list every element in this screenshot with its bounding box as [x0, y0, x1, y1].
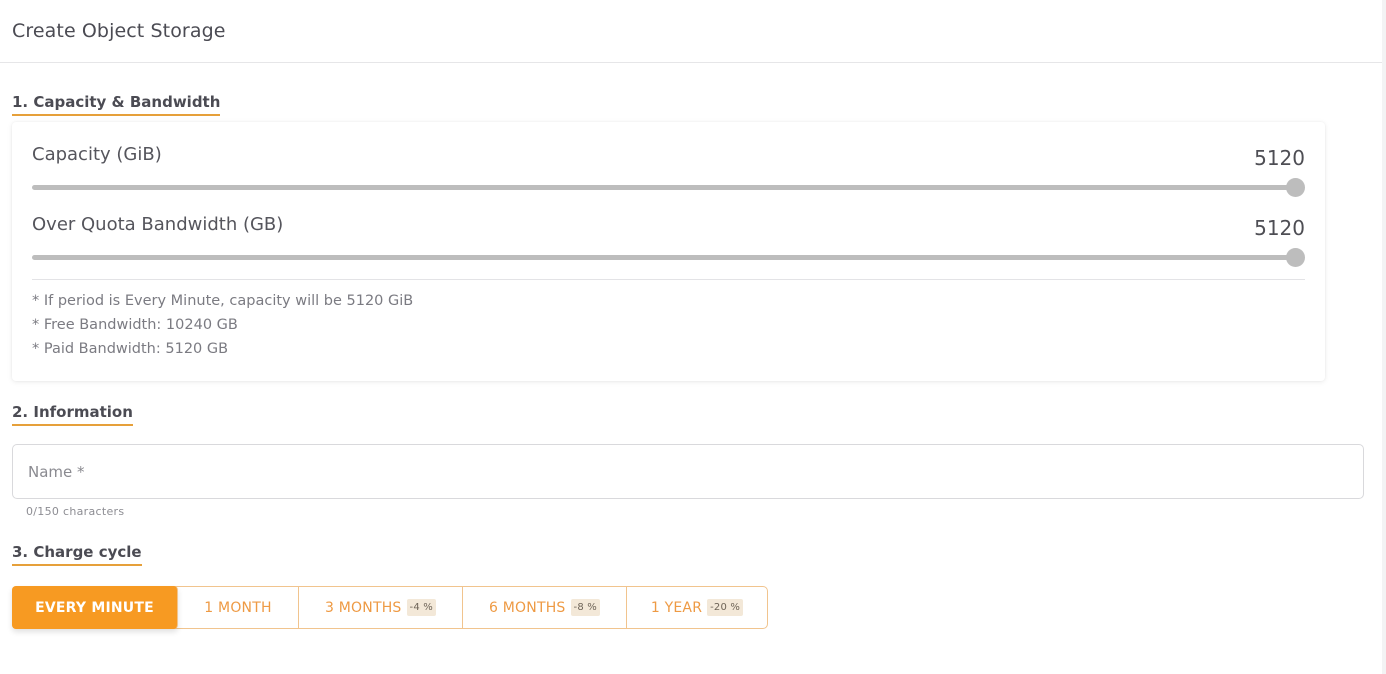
cycle-1-month-button[interactable]: 1 MONTH: [178, 587, 299, 628]
capacity-slider-track[interactable]: [32, 185, 1295, 190]
capacity-notes: * If period is Every Minute, capacity wi…: [32, 289, 1305, 361]
cycle-label: 3 MONTHS: [325, 599, 402, 616]
section-title-capacity: 1. Capacity & Bandwidth: [12, 93, 221, 116]
bandwidth-slider-thumb[interactable]: [1286, 248, 1305, 267]
charge-cycle-toggle-group: EVERY MINUTE 1 MONTH 3 MONTHS -4 % 6 MON…: [12, 586, 768, 629]
cycle-3-months-button[interactable]: 3 MONTHS -4 %: [299, 587, 463, 628]
cycle-label: 6 MONTHS: [489, 599, 566, 616]
scrollbar-track[interactable]: [1382, 0, 1386, 674]
cycle-label: 1 YEAR: [650, 599, 703, 616]
cycle-every-minute-button[interactable]: EVERY MINUTE: [12, 586, 178, 629]
cycle-6-months-button[interactable]: 6 MONTHS -8 %: [463, 587, 627, 628]
name-input[interactable]: [26, 461, 1363, 482]
capacity-slider-row: Capacity (GiB) 5120: [32, 142, 1305, 212]
discount-badge: -20 %: [707, 599, 744, 616]
note-free-bandwidth: * Free Bandwidth: 10240 GB: [32, 317, 238, 333]
section-title-information: 2. Information: [12, 403, 133, 426]
bandwidth-slider-row: Over Quota Bandwidth (GB) 5120: [32, 212, 1305, 282]
discount-badge: -8 %: [570, 599, 600, 616]
capacity-label: Capacity (GiB): [32, 144, 162, 165]
note-paid-bandwidth: * Paid Bandwidth: 5120 GB: [32, 341, 229, 357]
form-content: 1. Capacity & Bandwidth Capacity (GiB) 5…: [0, 63, 1386, 629]
page-title: Create Object Storage: [12, 20, 226, 42]
cycle-1-year-button[interactable]: 1 YEAR -20 %: [627, 587, 767, 628]
note-period: * If period is Every Minute, capacity wi…: [32, 293, 414, 309]
cycle-label: EVERY MINUTE: [35, 599, 154, 616]
capacity-card: Capacity (GiB) 5120 Over Quota Bandwidth…: [12, 122, 1325, 381]
bandwidth-value: 5120: [1254, 216, 1305, 240]
cycle-label: 1 MONTH: [204, 599, 272, 616]
page-header: Create Object Storage: [0, 0, 1386, 63]
capacity-value: 5120: [1254, 146, 1305, 170]
bandwidth-label: Over Quota Bandwidth (GB): [32, 214, 284, 235]
bandwidth-slider-track[interactable]: [32, 255, 1295, 260]
name-char-counter: 0/150 characters: [26, 505, 125, 518]
section-title-charge-cycle: 3. Charge cycle: [12, 543, 142, 566]
discount-badge: -4 %: [406, 599, 436, 616]
capacity-slider-thumb[interactable]: [1286, 178, 1305, 197]
name-field[interactable]: [12, 444, 1364, 499]
